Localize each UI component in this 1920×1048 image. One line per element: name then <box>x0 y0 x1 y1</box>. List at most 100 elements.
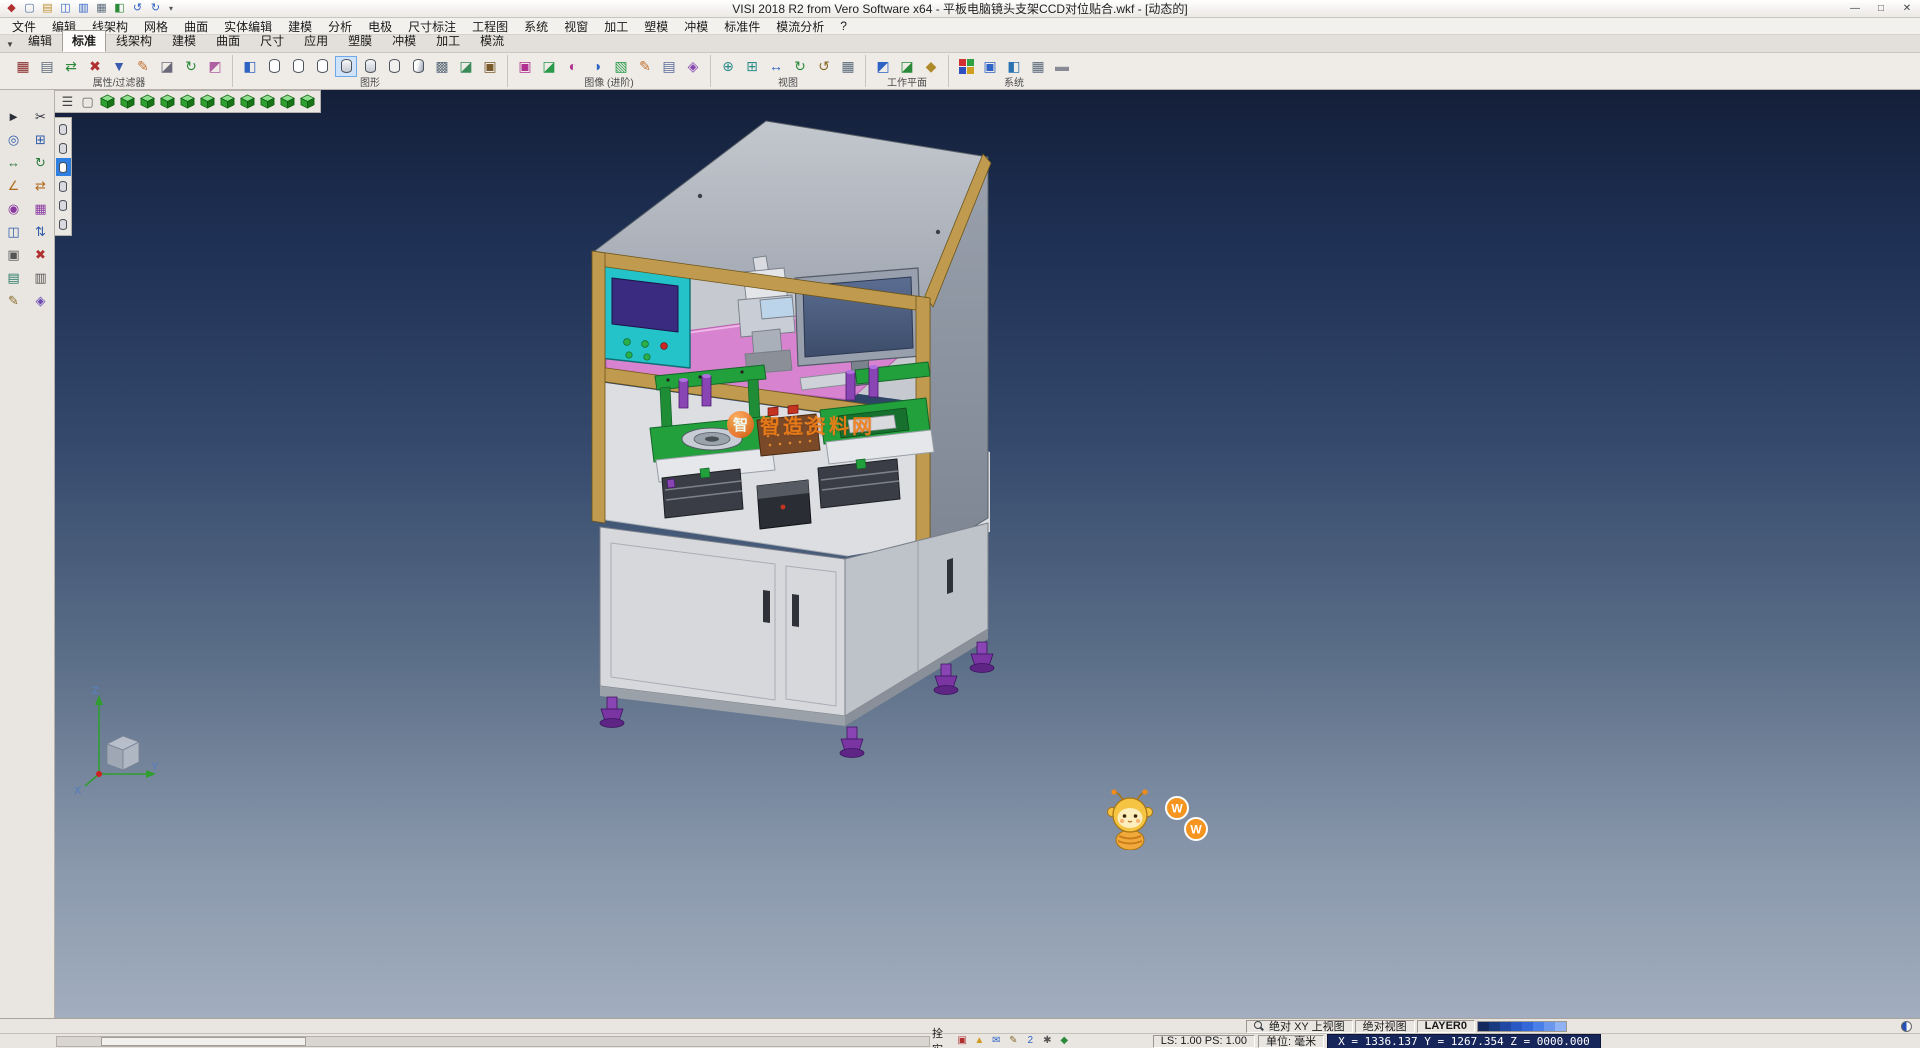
delete-filter-icon[interactable]: ✖ <box>84 56 106 77</box>
view-list-icon[interactable]: ▦ <box>837 56 859 77</box>
tab-7[interactable]: 塑膜 <box>338 30 382 52</box>
material-icon[interactable]: ◆ <box>1057 1035 1072 1048</box>
menu-item-15[interactable]: 冲模 <box>676 18 716 35</box>
view-reference-indicator[interactable]: 绝对视图 <box>1355 1020 1415 1033</box>
message-icon[interactable]: ✉ <box>989 1035 1004 1048</box>
settings-gear-icon[interactable]: ✱ <box>1040 1035 1055 1048</box>
menu-item-11[interactable]: 系统 <box>516 18 556 35</box>
grid-icon[interactable]: ▦ <box>1027 56 1049 77</box>
units-indicator[interactable]: 单位: 毫米 <box>1258 1035 1324 1048</box>
minimize-button[interactable]: — <box>1842 0 1868 17</box>
wireframe-mini-button[interactable] <box>56 120 71 138</box>
machine-model[interactable] <box>55 90 1920 1018</box>
tab-10[interactable]: 模流 <box>470 30 514 52</box>
dashed-display-icon[interactable] <box>311 56 333 77</box>
delete-tool-icon[interactable]: ✖ <box>27 244 54 264</box>
iso-back-view-cube-icon[interactable] <box>258 92 277 111</box>
layer-color-swatch-7[interactable] <box>1555 1022 1566 1031</box>
hidden-mini-button[interactable] <box>56 139 71 157</box>
fill-color-icon[interactable]: ◧ <box>239 56 261 77</box>
edges-mini-button[interactable] <box>56 177 71 195</box>
layer-color-swatch-5[interactable] <box>1533 1022 1544 1031</box>
save-icon[interactable]: ◫ <box>57 1 74 16</box>
active-layer-indicator[interactable]: LAYER0 <box>1417 1020 1475 1033</box>
layer-color-bar[interactable] <box>1477 1021 1567 1032</box>
help-tool-icon[interactable]: ◈ <box>27 290 54 310</box>
workspace-icon[interactable]: ▬ <box>1051 56 1073 77</box>
rotate-orbit-icon[interactable]: ↻ <box>27 152 54 172</box>
view-mode-indicator[interactable]: 绝对 XY 上视图 <box>1246 1020 1353 1033</box>
rotate-view-icon[interactable]: ↻ <box>789 56 811 77</box>
translucent-display-icon[interactable] <box>383 56 405 77</box>
zoom-extents-icon[interactable]: ⊕ <box>717 56 739 77</box>
layer-color-swatch-6[interactable] <box>1544 1022 1555 1031</box>
layer-filter-icon[interactable]: ◪ <box>156 56 178 77</box>
dynamic-view-cube-icon[interactable] <box>298 92 317 111</box>
edges-shaded-display-icon[interactable] <box>359 56 381 77</box>
scale-indicator[interactable]: LS: 1.00 PS: 1.00 <box>1153 1035 1255 1048</box>
edit-note-icon[interactable]: ✎ <box>1006 1035 1021 1048</box>
menu-item-18[interactable]: ? <box>832 19 855 33</box>
toolbar-options-dropdown-icon[interactable]: ▾ <box>164 4 178 13</box>
maximize-button[interactable]: □ <box>1868 0 1894 17</box>
layer-color-swatch-1[interactable] <box>1489 1022 1500 1031</box>
measure-length-icon[interactable]: ⇄ <box>27 175 54 195</box>
front-view-cube-icon[interactable] <box>118 92 137 111</box>
zoom-window-icon[interactable]: ⊞ <box>741 56 763 77</box>
render-cube-icon[interactable]: ▣ <box>479 56 501 77</box>
left-view-cube-icon[interactable] <box>158 92 177 111</box>
display-settings-icon[interactable]: ▣ <box>979 56 1001 77</box>
section-display-icon[interactable]: ◪ <box>455 56 477 77</box>
app-icon[interactable]: ◆ <box>3 1 20 16</box>
grid-snap-icon[interactable]: ▦ <box>27 198 54 218</box>
shaded-mini-button[interactable] <box>56 158 71 176</box>
tab-9[interactable]: 加工 <box>426 30 470 52</box>
color-palette-icon[interactable] <box>955 56 977 77</box>
iso-right-view-cube-icon[interactable] <box>278 92 297 111</box>
tab-6[interactable]: 应用 <box>294 30 338 52</box>
tab-0[interactable]: 编辑 <box>18 30 62 52</box>
zoom-window-icon[interactable]: ⊞ <box>27 129 54 149</box>
print-icon[interactable]: ▦ <box>93 1 110 16</box>
layer-color-swatch-0[interactable] <box>1478 1022 1489 1031</box>
pan-view-icon[interactable]: ↔ <box>765 56 787 77</box>
redo-icon[interactable]: ↻ <box>147 1 164 16</box>
tab-1[interactable]: 标准 <box>62 30 106 52</box>
shiny-display-icon[interactable] <box>407 56 429 77</box>
iso-left-view-cube-icon[interactable] <box>238 92 257 111</box>
shading-toggle-icon[interactable] <box>1901 1021 1912 1032</box>
erase-attributes-icon[interactable]: ◩ <box>204 56 226 77</box>
open-file-icon[interactable]: ▤ <box>39 1 56 16</box>
layer-color-swatch-3[interactable] <box>1511 1022 1522 1031</box>
image-export-icon[interactable]: ▤ <box>658 56 680 77</box>
wireframe-display-icon[interactable] <box>263 56 285 77</box>
layer-color-swatch-4[interactable] <box>1522 1022 1533 1031</box>
texture-mini-button[interactable] <box>56 215 71 233</box>
measure-angle-icon[interactable]: ∠ <box>0 175 27 195</box>
menu-item-16[interactable]: 标准件 <box>716 18 768 35</box>
paint-attributes-icon[interactable]: ✎ <box>132 56 154 77</box>
workplane-normal-icon[interactable]: ◆ <box>920 56 942 77</box>
ghost-mini-button[interactable] <box>56 196 71 214</box>
tab-2[interactable]: 线架构 <box>106 30 162 52</box>
select-arrow-icon[interactable]: ► <box>0 106 27 126</box>
iso-view-cube-icon[interactable] <box>98 92 117 111</box>
count-badge-icon[interactable]: 2 <box>1023 1035 1038 1048</box>
new-file-icon[interactable]: ▢ <box>21 1 38 16</box>
refresh-filter-icon[interactable]: ↻ <box>180 56 202 77</box>
trim-scissors-icon[interactable]: ✂ <box>27 106 54 126</box>
warning-icon[interactable]: ▲ <box>972 1035 987 1048</box>
zoom-in-icon[interactable]: ◎ <box>0 129 27 149</box>
layer-manager-icon[interactable]: ▤ <box>0 267 27 287</box>
bottom-view-cube-icon[interactable] <box>218 92 237 111</box>
horizontal-scrollbar[interactable] <box>56 1036 930 1047</box>
image-compare-icon[interactable]: ◐ <box>562 56 584 77</box>
back-view-cube-icon[interactable] <box>138 92 157 111</box>
workplane-align-icon[interactable]: ◪ <box>896 56 918 77</box>
pan-hand-icon[interactable]: ↔ <box>0 152 27 172</box>
image-settings-icon[interactable]: ◈ <box>682 56 704 77</box>
menu-item-12[interactable]: 视窗 <box>556 18 596 35</box>
undo-icon[interactable]: ↺ <box>129 1 146 16</box>
plot-icon[interactable]: ◧ <box>111 1 128 16</box>
menu-item-17[interactable]: 模流分析 <box>768 18 832 35</box>
